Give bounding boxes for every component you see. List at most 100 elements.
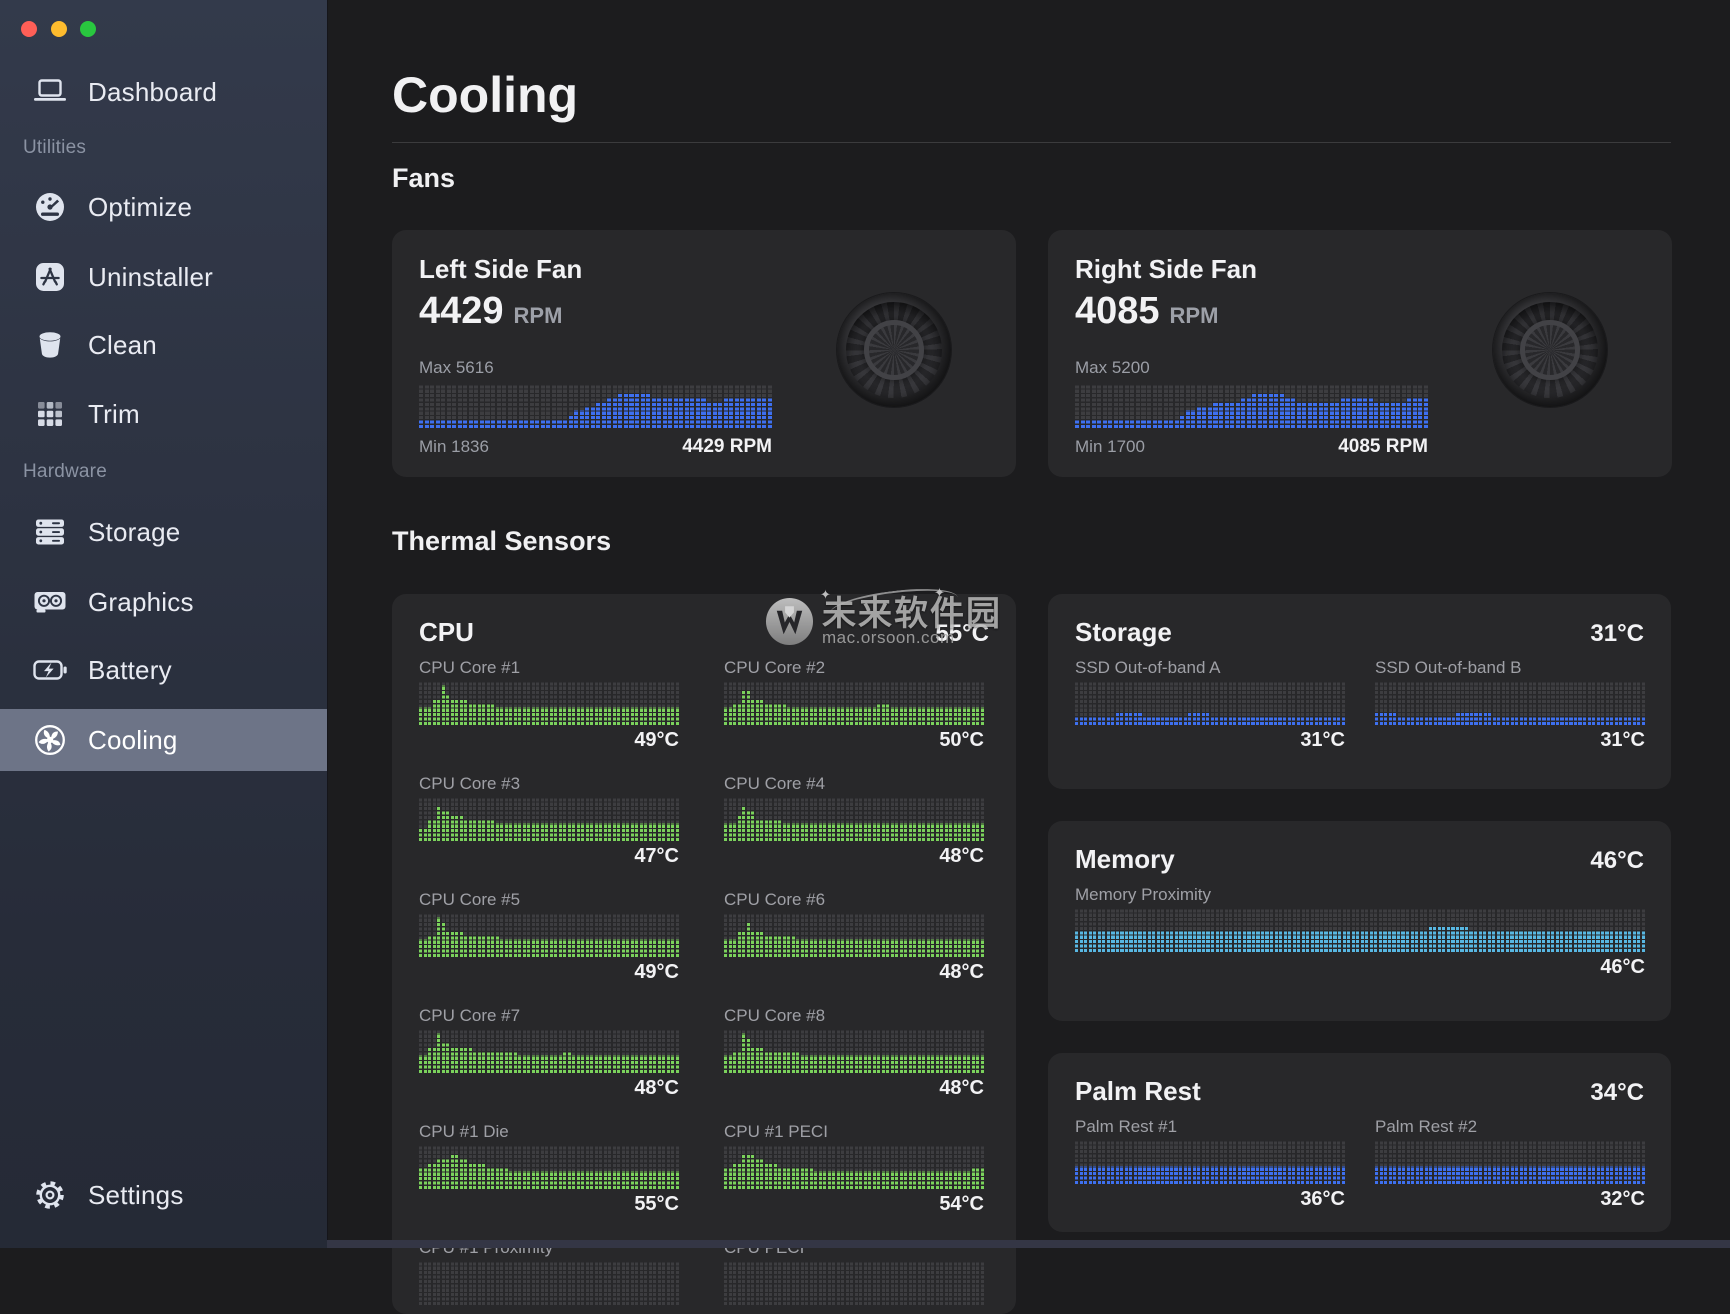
sensor-label: CPU Core #3 [419, 774, 679, 794]
fan-min-row: Min 1700 4085 RPM [1075, 436, 1428, 458]
traffic-light-minimize[interactable] [51, 21, 67, 37]
thermal-card-title: Palm Rest [1075, 1075, 1201, 1107]
sidebar-item-dashboard[interactable]: Dashboard [0, 64, 327, 120]
sensor-memory-proximity: Memory Proximity 46°C [1075, 885, 1645, 979]
sidebar-item-battery[interactable]: Battery [0, 642, 327, 698]
traffic-light-close[interactable] [21, 21, 37, 37]
dot-matrix-chart [724, 913, 984, 957]
fan-min-label: Min 1836 [419, 437, 489, 457]
sensor-cpu-1-proximity: CPU #1 Proximity [419, 1238, 679, 1308]
sensor-label: Palm Rest #2 [1375, 1117, 1645, 1137]
sensor-temp: 49°C [419, 960, 679, 984]
sidebar-item-settings[interactable]: Settings [0, 1167, 327, 1223]
sidebar-item-trim[interactable]: Trim [0, 386, 327, 442]
thermal-card-storage: Storage31°CSSD Out-of-band A31°CSSD Out-… [1048, 594, 1671, 789]
sidebar-item-label: Uninstaller [88, 262, 213, 293]
thermal-card-title: CPU [419, 616, 474, 648]
dot-matrix-chart [1375, 1140, 1645, 1184]
sensor-palm-rest-1: Palm Rest #1 36°C [1075, 1117, 1345, 1211]
dot-matrix-chart [724, 797, 984, 841]
sensor-temp: 49°C [419, 728, 679, 752]
fan-current-rpm-label: 4429 RPM [682, 436, 772, 458]
dot-matrix-chart [724, 1261, 984, 1305]
sensor-label: CPU Core #7 [419, 1006, 679, 1026]
sidebar-item-label: Settings [88, 1180, 184, 1211]
sensor-label: CPU #1 PECI [724, 1122, 984, 1142]
sensor-label: Memory Proximity [1075, 885, 1645, 905]
sensor-temp: 55°C [419, 1192, 679, 1216]
fan-min-label: Min 1700 [1075, 437, 1145, 457]
dot-matrix-chart [419, 681, 679, 725]
sidebar-item-label: Dashboard [88, 77, 217, 108]
thermal-card-memory: Memory46°CMemory Proximity46°C [1048, 821, 1671, 1021]
fan-card-title: Left Side Fan [419, 254, 989, 284]
grid-icon [30, 394, 74, 434]
fan-rpm-unit: RPM [1170, 303, 1219, 329]
sensor-label: CPU #1 Die [419, 1122, 679, 1142]
dot-matrix-chart [419, 384, 772, 428]
sidebar-item-label: Storage [88, 517, 180, 548]
sensor-temp: 48°C [724, 1076, 984, 1100]
dot-matrix-chart [1075, 384, 1428, 428]
laptop-icon [30, 72, 74, 112]
fan-card-title: Right Side Fan [1075, 254, 1645, 284]
sensor-cpu-peci: CPU PECI [724, 1238, 984, 1308]
dot-matrix-chart [1075, 1140, 1345, 1184]
fans-section-heading: Fans [392, 163, 455, 194]
thermal-card-header: Palm Rest 34°C [1048, 1053, 1671, 1107]
title-divider [392, 142, 1671, 143]
thermal-section-heading: Thermal Sensors [392, 526, 611, 557]
sensor-cpu-core-3: CPU Core #347°C [419, 774, 679, 868]
sensor-temp: 50°C [724, 728, 984, 752]
dot-matrix-chart [724, 681, 984, 725]
sensor-label: Palm Rest #1 [1075, 1117, 1345, 1137]
sidebar-item-storage[interactable]: Storage [0, 504, 327, 560]
sensor-label: SSD Out-of-band B [1375, 658, 1645, 678]
sensor-label: SSD Out-of-band A [1075, 658, 1345, 678]
traffic-light-zoom[interactable] [80, 21, 96, 37]
thermal-card-title: Storage [1075, 616, 1172, 648]
gear-icon [30, 1175, 74, 1215]
sensor-palm-rest-2: Palm Rest #232°C [1375, 1117, 1645, 1211]
sidebar-item-cooling[interactable]: Cooling [0, 709, 327, 771]
dot-matrix-chart [419, 1145, 679, 1189]
dot-matrix-chart [1075, 681, 1345, 725]
sidebar-item-label: Clean [88, 330, 157, 361]
dot-matrix-chart [1375, 681, 1645, 725]
thermal-card-temp: 55°C [935, 620, 989, 648]
sidebar-item-optimize[interactable]: Optimize [0, 179, 327, 235]
fan-current-rpm-label: 4085 RPM [1338, 436, 1428, 458]
sensor-temp: 31°C [1375, 728, 1645, 752]
fan-card-right-side-fan: Right Side Fan4085RPMMax 5200Min 1700408… [1048, 230, 1672, 477]
thermal-card-palm-rest: Palm Rest34°CPalm Rest #136°CPalm Rest #… [1048, 1053, 1671, 1232]
sidebar-item-graphics[interactable]: Graphics [0, 574, 327, 630]
fan-rpm-value: 4429 [419, 290, 504, 333]
server-icon [30, 512, 74, 552]
sensor-label: CPU Core #5 [419, 890, 679, 910]
sidebar-item-clean[interactable]: Clean [0, 317, 327, 373]
sensor-temp: 48°C [724, 844, 984, 868]
dot-matrix-chart [724, 1145, 984, 1189]
sensor-cpu-core-2: CPU Core #2 50°C [724, 658, 984, 752]
sidebar-item-uninstaller[interactable]: Uninstaller [0, 249, 327, 305]
sensor-label: CPU Core #2 [724, 658, 984, 678]
sensor-temp: 48°C [419, 1076, 679, 1100]
sensor-temp: 46°C [1075, 955, 1645, 979]
thermal-card-temp: 46°C [1590, 847, 1644, 875]
sensor-label: CPU Core #1 [419, 658, 679, 678]
sensor-cpu-core-7: CPU Core #7 48°C [419, 1006, 679, 1100]
sidebar-item-label: Cooling [88, 725, 178, 756]
sensor-temp: 36°C [1075, 1187, 1345, 1211]
page-title: Cooling [392, 66, 578, 124]
sensor-cpu-core-5: CPU Core #5 49°C [419, 890, 679, 984]
dot-matrix-chart [724, 1029, 984, 1073]
sidebar: DashboardUtilitiesOptimizeUninstallerCle… [0, 0, 328, 1248]
dot-matrix-chart [419, 1029, 679, 1073]
thermal-card-temp: 34°C [1590, 1079, 1644, 1107]
fan-card-left-side-fan: Left Side Fan4429RPMMax 5616Min 18364429… [392, 230, 1016, 477]
sensor-cpu-core-4: CPU Core #448°C [724, 774, 984, 868]
thermal-card-header: CPU 55°C [392, 594, 1016, 648]
sensor-label: CPU Core #8 [724, 1006, 984, 1026]
sensor-grid: Palm Rest #1 36°C Palm Rest #232°C [1075, 1117, 1644, 1211]
window-bottom-edge [327, 1240, 1730, 1248]
